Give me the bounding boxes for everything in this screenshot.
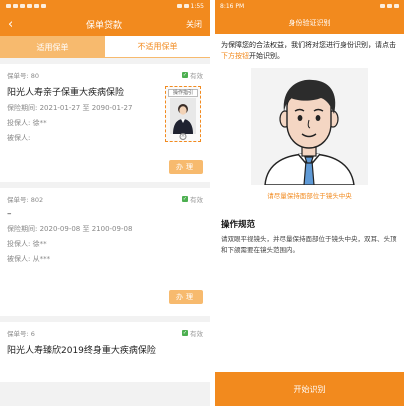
page-title: 保单贷款 — [85, 20, 122, 31]
tab-applicable[interactable]: 适用保单 — [0, 36, 105, 58]
status-icons-left — [6, 4, 46, 8]
status-time: 8:16 PM — [220, 2, 245, 10]
notification-icon — [41, 4, 46, 8]
card-header: 保单号: 6 ✓ 有效 — [7, 327, 203, 339]
policy-period: 保险期间: 2020-09-08 至 2100-09-08 — [7, 225, 133, 233]
policy-tabs: 适用保单 不适用保单 — [0, 36, 210, 58]
policy-insured: 被保人: 从*** — [7, 255, 51, 263]
status-time: 1:55 — [190, 2, 204, 10]
signal-icon — [13, 4, 18, 8]
check-icon: ✓ — [182, 72, 188, 78]
tab-not-applicable[interactable]: 不适用保单 — [105, 36, 210, 58]
operation-guide-thumbnail[interactable]: 操作指引 × — [165, 86, 201, 142]
policy-loan-screen: 1:55 ‹ 保单贷款 关闭 适用保单 不适用保单 保单号: 80 ✓ 有效 阳… — [0, 0, 210, 406]
status-icons-right — [380, 4, 399, 8]
policy-number: 保单号: 802 — [7, 196, 44, 204]
person-photo-icon — [170, 98, 196, 134]
policy-title: 阳光人寿臻欣2019终身重大疾病保险 — [7, 346, 156, 356]
status-badge: ✓ 有效 — [182, 328, 203, 338]
intro-text: 为保障您的合法权益，我们将对您进行身份识别，请点击下方按钮开始识别。 — [215, 34, 404, 62]
start-recognition-button[interactable]: 开始识别 — [215, 372, 404, 406]
face-position-hint: 请尽量保持面部位于镜头中央 — [267, 192, 352, 200]
policy-number: 保单号: 6 — [7, 330, 35, 338]
nav-bar: ‹ 保单贷款 关闭 — [0, 12, 210, 36]
notification-icon — [34, 4, 39, 8]
status-text: 有效 — [190, 196, 203, 204]
screenshot-root: 1:55 ‹ 保单贷款 关闭 适用保单 不适用保单 保单号: 80 ✓ 有效 阳… — [0, 0, 404, 406]
close-button[interactable]: 关闭 — [186, 19, 202, 30]
operation-guide-label: 操作指引 — [168, 89, 198, 97]
process-button[interactable]: 办理 — [169, 290, 203, 304]
page-title: 身份验证识别 — [288, 19, 331, 27]
status-bar: 1:55 — [0, 0, 210, 12]
policy-card[interactable]: 保单号: 802 ✓ 有效 – 保险期间: 2020-09-08 至 2100-… — [0, 188, 210, 316]
status-bar: 8:16 PM — [215, 0, 404, 12]
alarm-icon — [176, 4, 182, 8]
wifi-icon — [387, 4, 392, 8]
spec-title: 操作规范 — [221, 220, 256, 230]
intro-tail: 开始识别。 — [249, 52, 284, 60]
status-icons-right: 1:55 — [176, 2, 204, 10]
status-text: 有效 — [190, 330, 203, 338]
notification-icon — [27, 4, 32, 8]
policy-title: – — [7, 209, 12, 219]
check-icon: ✓ — [182, 196, 188, 202]
policy-number: 保单号: 80 — [7, 72, 40, 80]
policy-card[interactable]: 保单号: 6 ✓ 有效 阳光人寿臻欣2019终身重大疾病保险 — [0, 322, 210, 382]
face-avatar-icon — [251, 68, 368, 185]
intro-main: 为保障您的合法权益，我们将对您进行身份识别，请点击 — [221, 41, 396, 49]
nav-bar: 身份验证识别 — [215, 12, 404, 34]
process-button[interactable]: 办理 — [169, 160, 203, 174]
face-illustration-frame — [251, 68, 368, 185]
status-text: 有效 — [190, 72, 203, 80]
status-badge: ✓ 有效 — [182, 194, 203, 204]
wifi-icon — [20, 4, 25, 8]
intro-link[interactable]: 下方按钮 — [221, 52, 249, 60]
battery-icon — [183, 4, 189, 8]
card-header: 保单号: 80 ✓ 有效 — [7, 69, 203, 81]
policy-card[interactable]: 保单号: 80 ✓ 有效 阳光人寿亲子保重大疾病保险 保险期间: 2021-01… — [0, 64, 210, 182]
bluetooth-icon — [380, 4, 385, 8]
battery-icon — [394, 4, 399, 8]
card-header: 保单号: 802 ✓ 有效 — [7, 193, 203, 205]
back-chevron-icon[interactable]: ‹ — [8, 18, 22, 31]
identity-verification-screen: 8:16 PM 身份验证识别 为保障您的合法权益，我们将对您进行身份识别，请点击… — [215, 0, 404, 406]
policy-holder: 投保人: 徐** — [7, 240, 47, 248]
check-icon: ✓ — [182, 330, 188, 336]
spec-text: 请双眼平视镜头，并尽量保持面部位于镜头中央，双耳、头顶和下颌需要在镜头范围内。 — [221, 235, 397, 254]
signal-icon — [6, 4, 11, 8]
close-circle-icon[interactable]: × — [179, 133, 187, 140]
status-badge: ✓ 有效 — [182, 70, 203, 80]
